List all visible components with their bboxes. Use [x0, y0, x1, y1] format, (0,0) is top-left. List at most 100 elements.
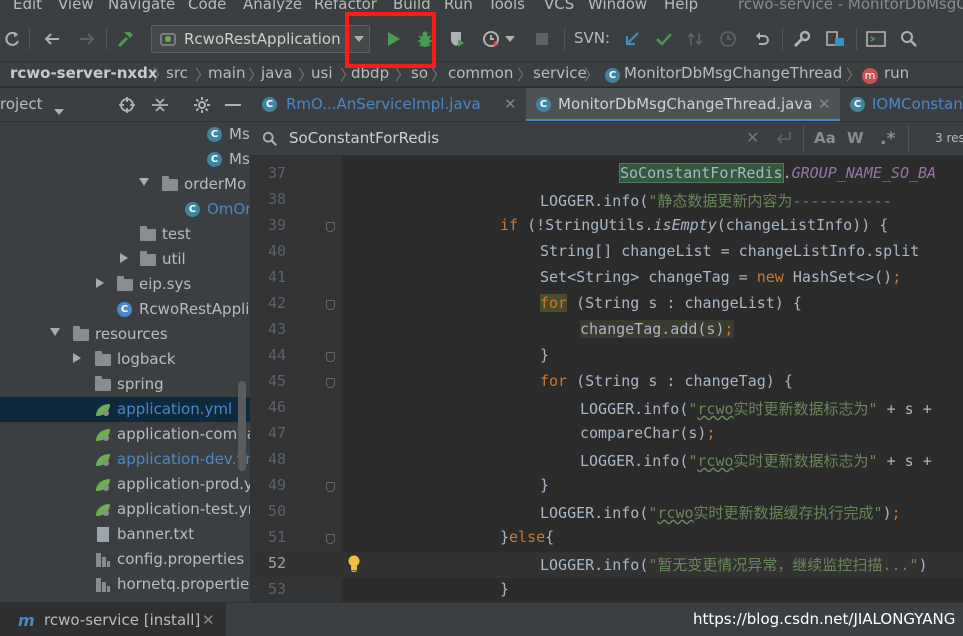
crumb-method[interactable]: run: [884, 64, 909, 82]
locate-target-icon[interactable]: [118, 96, 136, 118]
menu-window[interactable]: Window: [588, 0, 647, 13]
tree-item-folder[interactable]: orderMo: [0, 172, 250, 197]
menu-help[interactable]: Help: [664, 0, 698, 13]
regex-icon[interactable]: .*: [880, 129, 895, 149]
close-icon[interactable]: ✕: [818, 95, 831, 113]
code-line[interactable]: 41 Set<String> changeTag = new HashSet<>…: [250, 266, 963, 292]
crumb-src[interactable]: src: [166, 64, 188, 82]
crumb-service[interactable]: service: [533, 64, 587, 82]
code-line[interactable]: 37 SoConstantForRedis.GROUP_NAME_SO_BA: [250, 162, 963, 188]
crumb-common[interactable]: common: [448, 64, 513, 82]
coverage-shield-icon[interactable]: [445, 27, 469, 51]
svn-compare-icon[interactable]: [683, 27, 707, 51]
project-scrollbar[interactable]: [238, 381, 246, 471]
code-line[interactable]: 48 LOGGER.info("rcwo实时更新数据标志为" + s +: [250, 448, 963, 474]
menu-view[interactable]: View: [58, 0, 94, 13]
crumb-class[interactable]: MonitorDbMsgChangeThread: [624, 64, 842, 82]
menu-tools[interactable]: Tools: [488, 0, 525, 13]
gear-icon[interactable]: [193, 96, 211, 118]
menu-run[interactable]: Run: [444, 0, 473, 13]
tree-item[interactable]: application-prod.y: [0, 472, 250, 497]
terminal-window-icon[interactable]: [864, 27, 888, 51]
tab-monitor-thread[interactable]: C MonitorDbMsgChangeThread.java ✕: [526, 88, 840, 121]
find-input[interactable]: SoConstantForRedis: [289, 129, 439, 147]
tree-item[interactable]: C OmOr: [0, 197, 250, 222]
tree-item[interactable]: C RcwoRestAppli: [0, 297, 250, 322]
run-tab[interactable]: m rcwo-service [install] ✕: [0, 603, 226, 636]
crumb-java[interactable]: java: [261, 64, 292, 82]
tab-iom-constant[interactable]: C IOMConstan: [842, 88, 963, 121]
tree-item-folder[interactable]: resources: [0, 322, 250, 347]
match-case-toggle[interactable]: Aa: [814, 129, 836, 147]
tree-item[interactable]: C Ms: [0, 147, 250, 172]
collapse-all-icon[interactable]: [151, 96, 169, 118]
code-line[interactable]: 51 }else{: [250, 526, 963, 552]
crumb-module[interactable]: rcwo-server-nxdx: [10, 64, 158, 82]
lightbulb-icon[interactable]: [347, 555, 361, 577]
settings-wrench-icon[interactable]: [790, 27, 814, 51]
tab-service-impl[interactable]: C RmO...AnServiceImpl.java ✕: [250, 88, 525, 121]
fold-marker-icon[interactable]: [326, 482, 335, 492]
tree-item[interactable]: application-compa: [0, 422, 250, 447]
menu-edit[interactable]: Edit: [13, 0, 42, 13]
close-icon[interactable]: ✕: [202, 611, 215, 629]
minimize-icon[interactable]: [225, 104, 241, 106]
fold-marker-icon[interactable]: [326, 300, 335, 310]
menu-analyze[interactable]: Analyze: [243, 0, 302, 13]
fold-marker-icon[interactable]: [326, 222, 335, 232]
expand-arrow-icon[interactable]: [50, 328, 60, 336]
tree-item[interactable]: banner.txt: [0, 522, 250, 547]
stop-icon[interactable]: [530, 27, 554, 51]
forward-arrow-icon[interactable]: [75, 27, 99, 51]
menu-code[interactable]: Code: [188, 0, 226, 13]
menu-navigate[interactable]: Navigate: [108, 0, 175, 13]
tree-item[interactable]: hornetq.propertie: [0, 572, 250, 597]
run-configuration-select[interactable]: RcwoRestApplication: [151, 25, 370, 53]
back-arrow-icon[interactable]: [40, 27, 64, 51]
revert-icon[interactable]: [750, 27, 774, 51]
build-hammer-icon[interactable]: [114, 27, 138, 51]
code-line[interactable]: 40 String[] changeList = changeListInfo.…: [250, 240, 963, 266]
expand-arrow-icon[interactable]: [73, 353, 81, 363]
expand-arrow-icon[interactable]: [96, 278, 104, 288]
clear-search-icon[interactable]: ✕: [746, 128, 759, 147]
profiler-icon[interactable]: [480, 27, 504, 51]
tree-item-selected[interactable]: application.yml: [0, 397, 250, 422]
tree-item[interactable]: application-test.yr: [0, 497, 250, 522]
svn-commit-check-icon[interactable]: [652, 27, 676, 51]
tree-item[interactable]: application-dev.ym: [0, 447, 250, 472]
expand-arrow-icon[interactable]: [139, 178, 149, 186]
search-icon[interactable]: [897, 27, 921, 51]
project-panel-title[interactable]: roject: [0, 95, 43, 113]
fold-marker-icon[interactable]: [326, 378, 335, 388]
code-editor[interactable]: 37 SoConstantForRedis.GROUP_NAME_SO_BA 3…: [250, 156, 963, 602]
close-icon[interactable]: ✕: [504, 95, 517, 113]
code-line[interactable]: 46 LOGGER.info("rcwo实时更新数据标志为" + s +: [250, 396, 963, 422]
tree-item-folder[interactable]: spring: [0, 372, 250, 397]
project-structure-icon[interactable]: [824, 27, 848, 51]
code-line[interactable]: 39 if (!StringUtils.isEmpty(changeListIn…: [250, 214, 963, 240]
code-line[interactable]: 44 }: [250, 344, 963, 370]
whole-words-toggle[interactable]: W: [847, 129, 864, 147]
tree-item-folder[interactable]: util: [0, 247, 250, 272]
profiler-dropdown-icon[interactable]: [503, 27, 517, 51]
code-line-current[interactable]: 52 LOGGER.info("暂无变更情况异常，继续监控扫描..."): [250, 552, 963, 578]
crumb-main[interactable]: main: [208, 64, 245, 82]
tree-item[interactable]: C Ms: [0, 122, 250, 147]
tree-item-folder[interactable]: logback: [0, 347, 250, 372]
expand-arrow-icon[interactable]: [120, 253, 128, 263]
code-line[interactable]: 53 }: [250, 578, 963, 602]
sync-icon[interactable]: [0, 27, 24, 51]
code-line[interactable]: 49 }: [250, 474, 963, 500]
tree-item[interactable]: config.properties: [0, 547, 250, 572]
code-line[interactable]: 43 changeTag.add(s);: [250, 318, 963, 344]
code-line[interactable]: 50 LOGGER.info("rcwo实时更新数据缓存执行完成");: [250, 500, 963, 526]
crumb-usi[interactable]: usi: [311, 64, 333, 82]
svn-update-icon[interactable]: [620, 27, 644, 51]
code-line[interactable]: 38 LOGGER.info("静态数据更新内容为-----------: [250, 188, 963, 214]
code-line[interactable]: 47 compareChar(s);: [250, 422, 963, 448]
new-line-icon[interactable]: [776, 131, 792, 149]
chevron-down-icon[interactable]: [54, 101, 64, 119]
code-line[interactable]: 45 for (String s : changeTag) {: [250, 370, 963, 396]
code-line[interactable]: 42 for (String s : changeList) {: [250, 292, 963, 318]
